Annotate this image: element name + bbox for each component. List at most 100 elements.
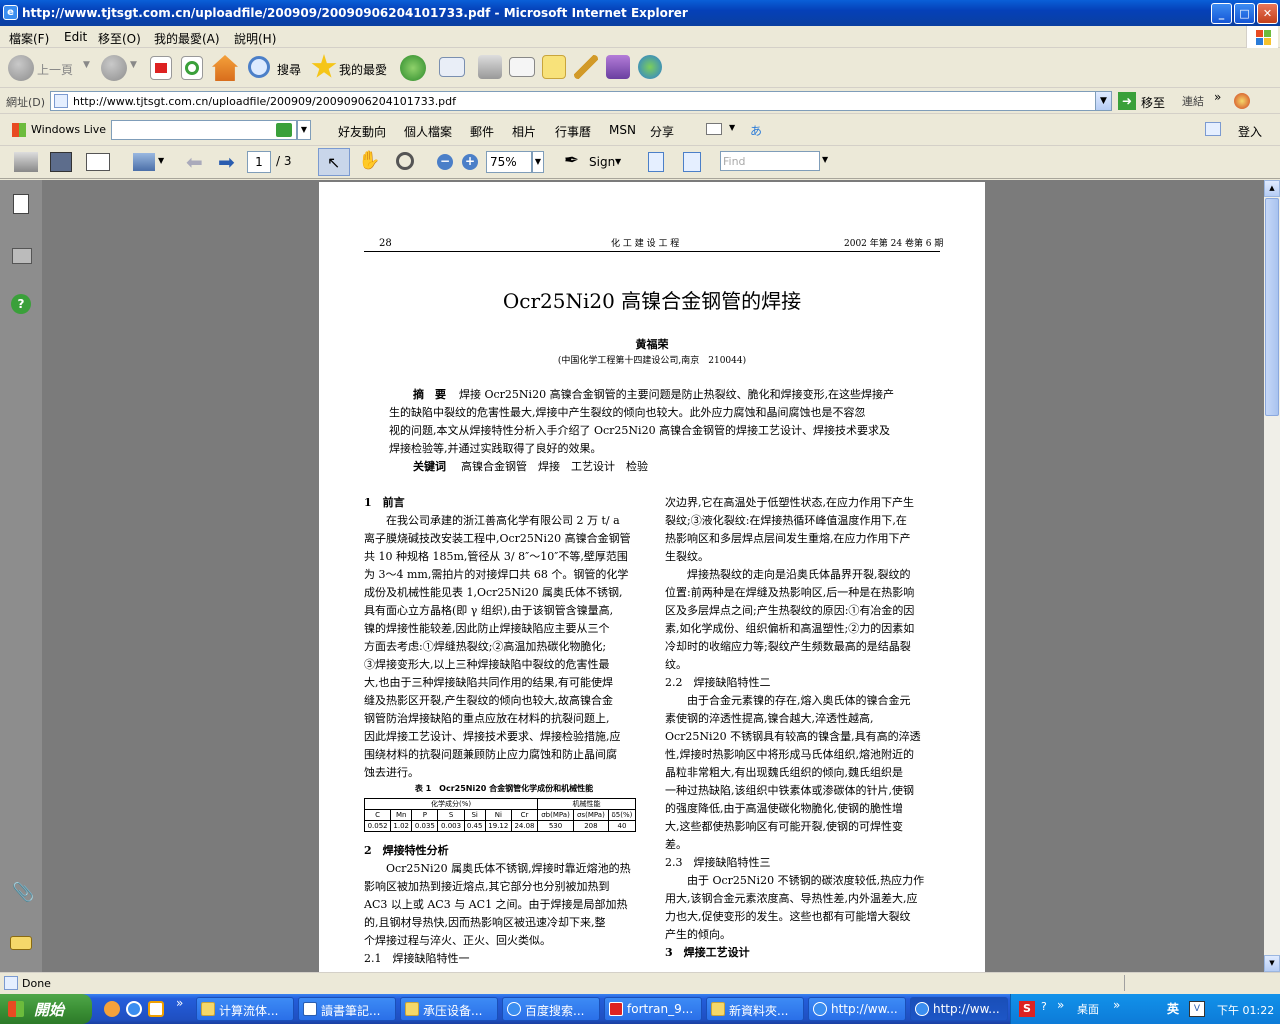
discuss-icon[interactable] — [542, 55, 566, 79]
tray-desktop-label[interactable]: 桌面 — [1077, 1001, 1099, 1017]
help-tray-icon[interactable]: ? — [1041, 1000, 1047, 1013]
fit-width-icon[interactable] — [648, 152, 664, 172]
toolbar-extra-icon[interactable] — [1234, 93, 1250, 109]
close-button[interactable]: ✕ — [1257, 3, 1278, 24]
minimize-button[interactable]: _ — [1211, 3, 1232, 24]
taskbar-item[interactable]: fortran_9... — [604, 997, 702, 1021]
pdf-share-icon[interactable] — [133, 153, 155, 171]
page-number-input[interactable]: 1 — [247, 151, 271, 173]
taskbar-item[interactable]: http://ww... — [808, 997, 906, 1021]
signin-button[interactable]: 登入 — [1238, 123, 1262, 140]
favorites-button-label[interactable]: 我的最愛 — [339, 61, 387, 78]
find-dropdown-icon[interactable]: ▼ — [822, 155, 828, 164]
translate-icon[interactable]: あ — [750, 122, 762, 139]
live-view-dropdown-icon[interactable]: ▼ — [729, 123, 735, 132]
pdf-print-icon[interactable] — [14, 152, 38, 172]
quicklaunch-outlook-icon[interactable] — [148, 1001, 164, 1017]
live-item-photos[interactable]: 相片 — [512, 123, 536, 140]
menu-favorites[interactable]: 我的最愛(A) — [154, 30, 220, 47]
taskbar-item[interactable]: 计算流体... — [196, 997, 294, 1021]
go-button-label[interactable]: 移至 — [1141, 94, 1165, 111]
mail-icon[interactable] — [439, 57, 465, 77]
zoom-out-icon[interactable]: − — [437, 154, 453, 170]
prev-page-icon[interactable]: ⬅ — [186, 150, 203, 174]
quicklaunch-chevron-icon[interactable]: » — [176, 996, 183, 1010]
back-button-label[interactable]: 上一頁 — [37, 61, 73, 78]
messenger-icon[interactable] — [638, 55, 662, 79]
live-search-dropdown-icon[interactable]: ▼ — [297, 120, 311, 140]
sign-pen-icon[interactable]: ✒ — [564, 150, 579, 171]
scroll-up-icon[interactable]: ▲ — [1264, 180, 1280, 197]
forward-arrow-icon[interactable] — [101, 55, 127, 81]
taskbar-item[interactable]: 百度搜索... — [502, 997, 600, 1021]
menu-go[interactable]: 移至(O) — [98, 30, 141, 47]
zoom-level-input[interactable]: 75% — [486, 151, 532, 173]
tray-chevron-icon[interactable]: » — [1057, 998, 1064, 1012]
window-title-bar[interactable]: e http://www.tjtsgt.com.cn/uploadfile/20… — [0, 0, 1280, 26]
bookmarks-panel-icon[interactable] — [12, 248, 32, 264]
ime-language-label[interactable]: 英 — [1167, 1000, 1179, 1017]
menu-edit[interactable]: Edit — [64, 30, 87, 44]
pdf-save-icon[interactable] — [50, 152, 72, 172]
start-button[interactable]: 開始 — [0, 994, 92, 1024]
pdf-document-area[interactable]: 28 化 工 建 设 工 程 2002 年第 24 卷第 6 期 Ocr25Ni… — [42, 180, 1264, 972]
print-icon[interactable] — [478, 55, 502, 79]
taskbar-item[interactable]: 承压设备... — [400, 997, 498, 1021]
zoom-in-icon[interactable]: + — [462, 154, 478, 170]
scroll-down-icon[interactable]: ▼ — [1264, 955, 1280, 972]
hand-tool-icon[interactable]: ✋ — [358, 150, 380, 171]
help-icon[interactable]: ? — [11, 294, 31, 314]
address-url[interactable]: http://www.tjtsgt.com.cn/uploadfile/2009… — [73, 95, 456, 108]
search-icon[interactable] — [248, 56, 270, 78]
vertical-scrollbar[interactable]: ▲ ▼ — [1264, 180, 1280, 972]
links-label[interactable]: 連結 — [1182, 93, 1204, 109]
go-arrow-icon[interactable]: ➜ — [1118, 92, 1136, 110]
address-dropdown-icon[interactable]: ▼ — [1095, 92, 1111, 110]
forward-dropdown-icon[interactable]: ▼ — [130, 60, 137, 70]
comments-icon[interactable] — [10, 936, 32, 950]
quicklaunch-ie-icon[interactable] — [126, 1001, 142, 1017]
address-input[interactable]: http://www.tjtsgt.com.cn/uploadfile/2009… — [50, 91, 1112, 111]
edit-icon[interactable] — [509, 57, 535, 77]
select-tool-button[interactable]: ↖ — [318, 148, 350, 176]
fit-page-icon[interactable] — [683, 152, 701, 172]
live-item-share[interactable]: 分享 — [650, 123, 674, 140]
research-icon[interactable] — [606, 55, 630, 79]
menu-help[interactable]: 說明(H) — [234, 30, 276, 47]
tray-chevron-icon[interactable]: » — [1113, 998, 1120, 1012]
scroll-thumb[interactable] — [1265, 198, 1279, 416]
live-search-input[interactable] — [111, 120, 297, 140]
next-page-icon[interactable]: ➡ — [218, 150, 235, 174]
sign-dropdown-icon[interactable]: ▼ — [615, 157, 621, 166]
menu-file[interactable]: 檔案(F) — [9, 30, 49, 47]
zoom-dropdown-icon[interactable]: ▼ — [532, 151, 544, 173]
live-item-mail[interactable]: 郵件 — [470, 123, 494, 140]
live-item-msn[interactable]: MSN — [609, 123, 636, 137]
sogou-icon[interactable]: S — [1019, 1001, 1035, 1017]
find-input[interactable]: Find — [720, 151, 820, 171]
taskbar-item-active[interactable]: http://ww... — [910, 997, 1008, 1021]
taskbar-item[interactable]: 讀書筆記... — [298, 997, 396, 1021]
stop-icon[interactable] — [150, 56, 172, 80]
live-item-calendar[interactable]: 行事曆 — [555, 123, 591, 140]
search-button-label[interactable]: 搜尋 — [277, 61, 301, 78]
back-arrow-icon[interactable] — [8, 55, 34, 81]
back-dropdown-icon[interactable]: ▼ — [83, 60, 90, 70]
zoom-tool-icon[interactable] — [396, 152, 414, 170]
attachment-icon[interactable]: 📎 — [12, 882, 34, 903]
pen-icon[interactable] — [574, 55, 598, 79]
ime-icon[interactable]: V — [1189, 1001, 1205, 1017]
refresh-icon[interactable] — [181, 56, 203, 80]
favorites-star-icon[interactable] — [311, 54, 337, 78]
history-icon[interactable] — [400, 55, 426, 81]
quicklaunch-icon[interactable] — [104, 1001, 120, 1017]
pages-panel-icon[interactable] — [13, 194, 29, 214]
live-item-friends[interactable]: 好友動向 — [338, 123, 386, 140]
pdf-share-dropdown-icon[interactable]: ▼ — [158, 156, 164, 165]
live-view-icon[interactable] — [706, 123, 722, 135]
taskbar-item[interactable]: 新資料夾... — [706, 997, 804, 1021]
home-icon[interactable] — [212, 55, 238, 81]
live-search-icon[interactable] — [276, 123, 292, 137]
live-item-profile[interactable]: 個人檔案 — [404, 123, 452, 140]
links-chevron-icon[interactable]: » — [1214, 90, 1221, 104]
